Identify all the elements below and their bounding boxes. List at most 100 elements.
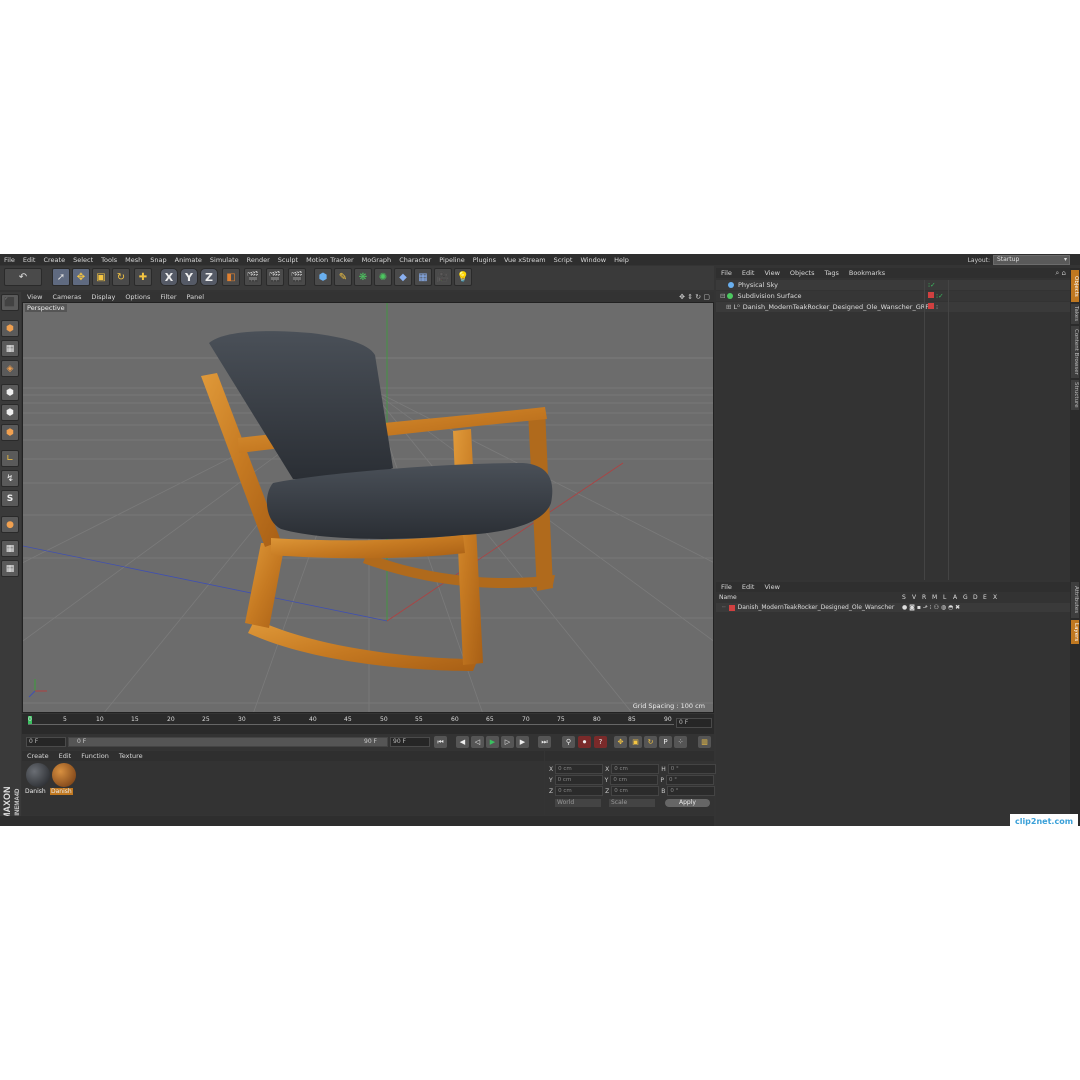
viewport-nav-icons[interactable]: ✥ ⇕ ↻ ▢: [679, 293, 714, 301]
visibility-check-icon[interactable]: ⁝✓: [928, 281, 936, 289]
menu-mesh[interactable]: Mesh: [121, 256, 146, 264]
lm-menu-edit[interactable]: Edit: [737, 583, 760, 591]
previous-key-button[interactable]: ◀: [456, 736, 469, 748]
menu-plugins[interactable]: Plugins: [469, 256, 500, 264]
add-floor-button[interactable]: ▦: [414, 268, 432, 286]
add-spline-button[interactable]: ✎: [334, 268, 352, 286]
model-mode-button[interactable]: ⬛: [1, 294, 19, 311]
menu-window[interactable]: Window: [576, 256, 610, 264]
layout-dropdown[interactable]: Startup: [993, 255, 1070, 265]
menu-motion-tracker[interactable]: Motion Tracker: [302, 256, 358, 264]
menu-help[interactable]: Help: [610, 256, 633, 264]
undo-redo-button[interactable]: ↶: [4, 268, 42, 286]
menu-simulate[interactable]: Simulate: [206, 256, 243, 264]
render-view-button[interactable]: 🎬: [244, 268, 262, 286]
coord-field[interactable]: 0 cm: [610, 775, 659, 785]
key-help-button[interactable]: ?: [594, 736, 607, 748]
autokey-button[interactable]: ⏺: [578, 736, 591, 748]
object-row-chair-group[interactable]: ⊞ L⁰ Danish_ModernTeakRocker_Designed_Ol…: [716, 302, 1070, 312]
key-rotation-button[interactable]: ↻: [644, 736, 657, 748]
add-array-button[interactable]: ✺: [374, 268, 392, 286]
om-menu-bookmarks[interactable]: Bookmarks: [844, 269, 890, 277]
add-subdivision-button[interactable]: ❋: [354, 268, 372, 286]
coordinate-mode-dropdown[interactable]: World: [555, 799, 601, 807]
key-parameter-button[interactable]: P: [659, 736, 672, 748]
om-menu-edit[interactable]: Edit: [737, 269, 760, 277]
menu-render[interactable]: Render: [243, 256, 274, 264]
lm-menu-file[interactable]: File: [716, 583, 737, 591]
menu-tools[interactable]: Tools: [97, 256, 121, 264]
next-frame-button[interactable]: ▷: [501, 736, 514, 748]
coord-field[interactable]: 0 cm: [611, 786, 660, 796]
enabled-check-icon[interactable]: ⁝✓: [936, 292, 944, 300]
om-search-icon[interactable]: ⌕ ⌂: [1055, 269, 1070, 278]
z-axis-button[interactable]: Z: [200, 268, 218, 286]
key-scale-button[interactable]: ▣: [629, 736, 642, 748]
om-menu-file[interactable]: File: [716, 269, 737, 277]
polygons-mode-button[interactable]: ⬢: [1, 424, 19, 441]
menu-file[interactable]: File: [0, 256, 19, 264]
tab-attributes[interactable]: Attributes: [1071, 582, 1079, 618]
viewport-menu-options[interactable]: Options: [120, 293, 155, 301]
menu-edit[interactable]: Edit: [19, 256, 40, 264]
tweak-mode-button[interactable]: ↯: [1, 470, 19, 487]
add-deformer-button[interactable]: ◆: [394, 268, 412, 286]
coord-field[interactable]: 0 cm: [555, 786, 604, 796]
points-mode-button[interactable]: ⬢: [1, 384, 19, 401]
material-menu-edit[interactable]: Edit: [54, 752, 77, 760]
edges-mode-button[interactable]: ⬢: [1, 404, 19, 421]
add-cube-button[interactable]: ⬢: [314, 268, 332, 286]
expand-icon[interactable]: ⊞: [726, 303, 731, 311]
floor-grid-button[interactable]: ▦: [1, 540, 19, 557]
tab-objects[interactable]: Objects: [1071, 270, 1079, 302]
axis-mode-button[interactable]: ∟: [1, 450, 19, 467]
sculpt-button[interactable]: ●: [1, 516, 19, 533]
add-light-button[interactable]: 💡: [454, 268, 472, 286]
start-frame-field[interactable]: 0 F: [26, 737, 66, 747]
add-camera-button[interactable]: 🎥: [434, 268, 452, 286]
tab-structure[interactable]: Structure: [1071, 380, 1079, 410]
perspective-viewport[interactable]: Perspective Grid Spacing : 100 cm: [22, 302, 714, 713]
current-frame-field[interactable]: 0 F: [676, 718, 712, 728]
menu-snap[interactable]: Snap: [146, 256, 170, 264]
y-axis-button[interactable]: Y: [180, 268, 198, 286]
move-button[interactable]: ✥: [72, 268, 90, 286]
viewport-menu-filter[interactable]: Filter: [155, 293, 181, 301]
menu-sculpt[interactable]: Sculpt: [274, 256, 302, 264]
menu-mograph[interactable]: MoGraph: [358, 256, 396, 264]
object-row-subdivision-surface[interactable]: ⊟ Subdivision Surface ⁝✓: [716, 291, 1070, 301]
rotate-button[interactable]: ↻: [112, 268, 130, 286]
menu-create[interactable]: Create: [39, 256, 69, 264]
scale-button[interactable]: ▣: [92, 268, 110, 286]
texture-mode-button[interactable]: ▦: [1, 340, 19, 357]
preview-range-slider[interactable]: 0 F 90 F: [68, 737, 388, 747]
om-menu-view[interactable]: View: [759, 269, 784, 277]
snap-button[interactable]: S: [1, 490, 19, 507]
tab-takes[interactable]: Takes: [1071, 304, 1079, 324]
end-frame-field[interactable]: 90 F: [390, 737, 430, 747]
material-thumbnail[interactable]: [26, 763, 50, 787]
menu-pipeline[interactable]: Pipeline: [435, 256, 468, 264]
tab-content-browser[interactable]: Content Browser: [1071, 326, 1079, 378]
workplane-lock-button[interactable]: ▦: [1, 560, 19, 577]
recent-tools-button[interactable]: ✚: [134, 268, 152, 286]
viewport-menu-display[interactable]: Display: [86, 293, 120, 301]
previous-frame-button[interactable]: ◁: [471, 736, 484, 748]
workplane-mode-button[interactable]: ◈: [1, 360, 19, 377]
om-menu-objects[interactable]: Objects: [785, 269, 820, 277]
lm-menu-view[interactable]: View: [759, 583, 784, 591]
coord-field[interactable]: 0 cm: [554, 775, 603, 785]
om-menu-tags[interactable]: Tags: [819, 269, 843, 277]
apply-button[interactable]: Apply: [665, 799, 710, 807]
menu-animate[interactable]: Animate: [171, 256, 206, 264]
object-row-physical-sky[interactable]: Physical Sky ⁝✓: [716, 280, 1070, 290]
coordinate-system-button[interactable]: ◧: [222, 268, 240, 286]
coord-field[interactable]: 0 cm: [555, 764, 604, 774]
coord-field[interactable]: 0 cm: [611, 764, 660, 774]
material-menu-texture[interactable]: Texture: [114, 752, 148, 760]
tab-layers[interactable]: Layers: [1071, 620, 1079, 644]
material-menu-create[interactable]: Create: [22, 752, 54, 760]
coord-field[interactable]: 0 °: [667, 786, 716, 796]
material-menu-function[interactable]: Function: [76, 752, 114, 760]
layer-row[interactable]: ┄ Danish_ModernTeakRocker_Designed_Ole_W…: [716, 603, 1070, 612]
